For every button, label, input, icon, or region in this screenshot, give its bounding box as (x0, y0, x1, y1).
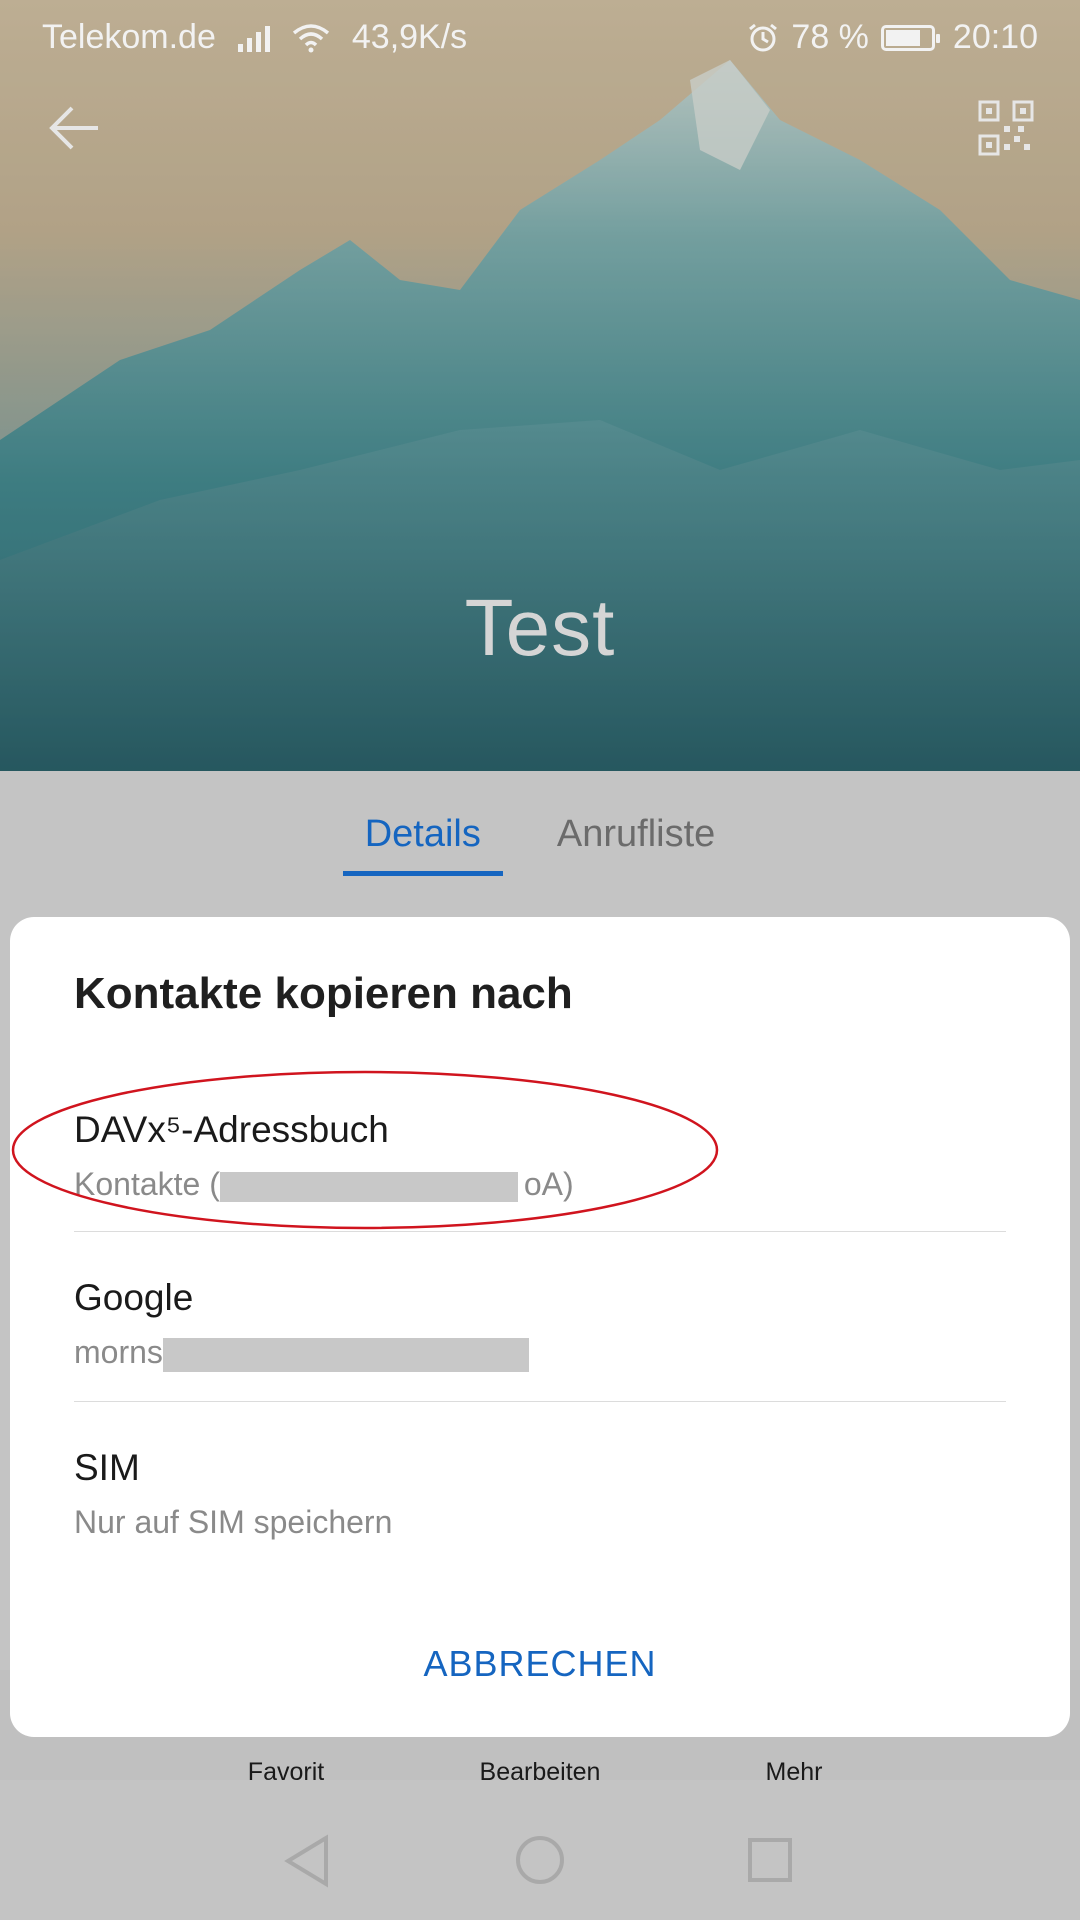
arrow-left-icon (49, 106, 98, 150)
option-primary-label: DAVx⁵-Adressbuch (74, 1109, 389, 1150)
tab-bar: Details Anrufliste (0, 771, 1080, 889)
carrier-name: Telekom.de (42, 18, 216, 56)
account-prefix: morns (74, 1334, 163, 1370)
nav-home-icon[interactable] (514, 1834, 566, 1886)
back-button[interactable] (42, 96, 106, 160)
alarm-icon (749, 23, 778, 51)
contact-name: Test (464, 583, 616, 672)
nav-recents-icon[interactable] (746, 1836, 794, 1884)
cancel-button[interactable]: ABBRECHEN (10, 1643, 1070, 1685)
status-left: Telekom.de 43,9K/s (42, 18, 467, 57)
option-google[interactable]: Google morns (74, 1247, 1006, 1415)
tab-details[interactable]: Details (342, 771, 504, 889)
account-suffix: oA) (523, 1166, 574, 1202)
option-davx-addressbook[interactable]: DAVx⁵-Adressbuch Kontakte ( oA) (74, 1079, 1006, 1247)
qr-code-button[interactable] (974, 96, 1038, 160)
option-sim[interactable]: SIM Nur auf SIM speichern (74, 1417, 1006, 1585)
option-primary-label: SIM (74, 1447, 140, 1488)
option-divider (74, 1401, 1006, 1402)
option-secondary-label: Kontakte ( oA) (74, 1166, 574, 1203)
status-right: 78 % 20:10 (747, 18, 1038, 57)
wifi-icon (292, 23, 329, 52)
system-navigation-bar (0, 1780, 1080, 1920)
option-divider (74, 1231, 1006, 1232)
option-secondary-label: morns (74, 1334, 529, 1372)
screen: Telekom.de 43,9K/s 78 % 20:10 Test Detai… (0, 0, 1080, 1920)
clock: 20:10 (952, 18, 1038, 56)
status-bar: Telekom.de 43,9K/s 78 % 20:10 (0, 0, 1080, 76)
tab-call-log[interactable]: Anrufliste (535, 771, 737, 889)
option-primary-label: Google (74, 1277, 194, 1318)
redacted-account (162, 1337, 529, 1372)
battery-percent: 78 % (791, 18, 869, 56)
option-secondary-label: Nur auf SIM speichern (74, 1504, 393, 1540)
signal-icon (237, 24, 270, 52)
account-prefix: Kontakte ( (74, 1166, 220, 1202)
dialog-title: Kontakte kopieren nach (74, 969, 573, 1018)
redacted-account (219, 1171, 518, 1202)
battery-icon (880, 24, 940, 51)
qr-code-icon (978, 100, 1034, 156)
network-speed: 43,9K/s (351, 18, 468, 56)
nav-back-icon[interactable] (282, 1834, 332, 1888)
copy-contacts-dialog: Kontakte kopieren nach DAVx⁵-Adressbuch … (10, 917, 1070, 1737)
